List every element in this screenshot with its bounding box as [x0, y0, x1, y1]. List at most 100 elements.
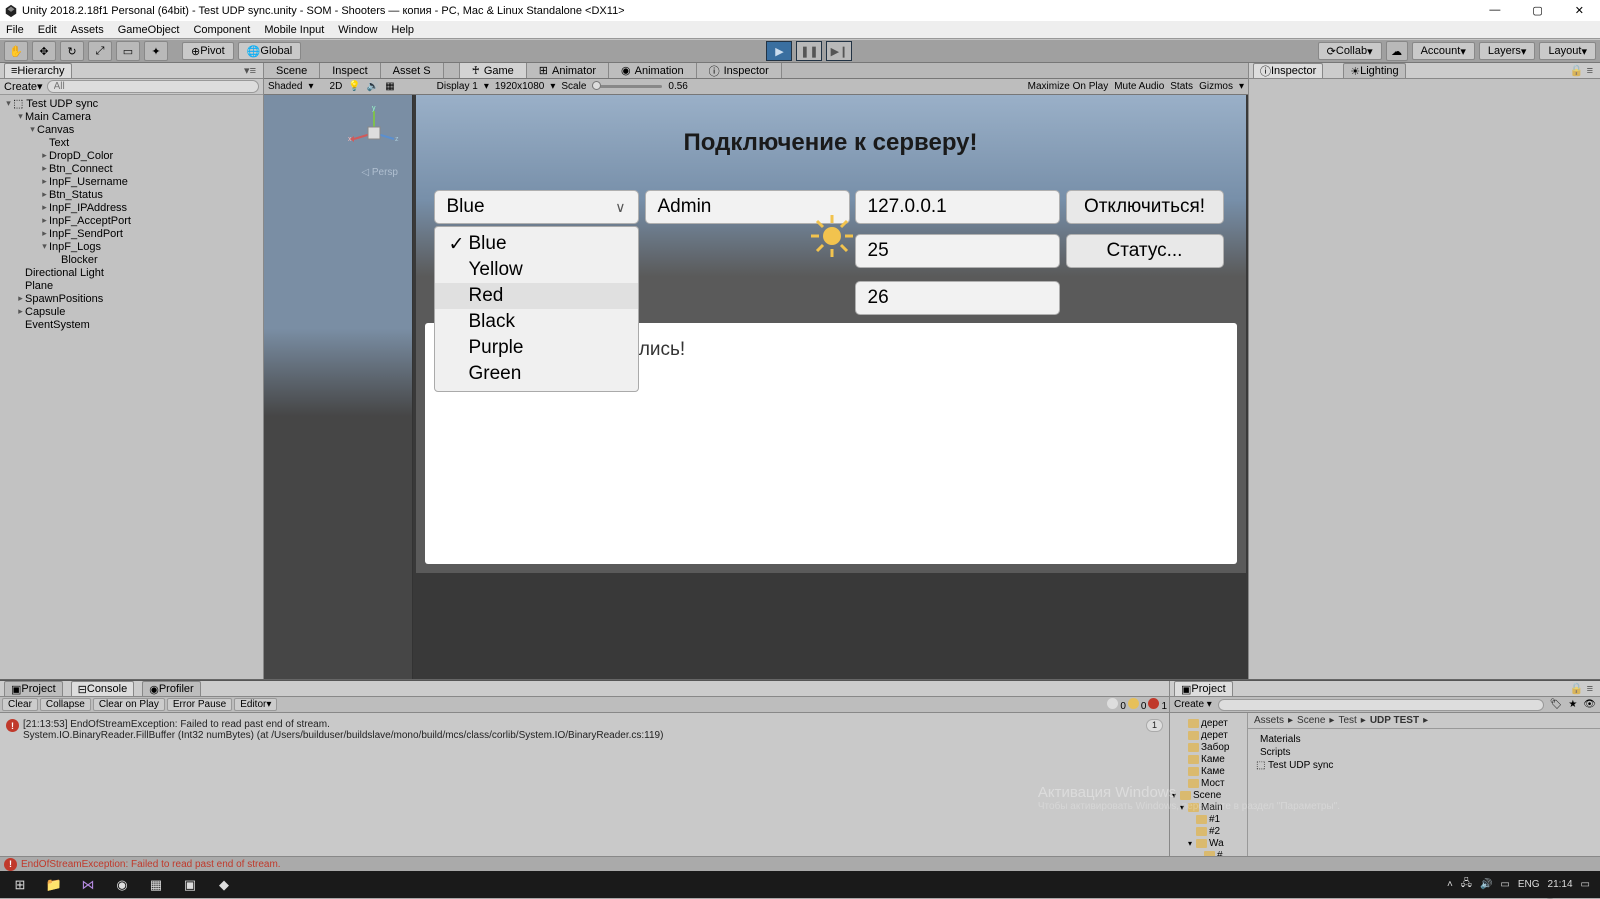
inspector-tab-center[interactable]: ⓘ Inspector	[697, 63, 782, 78]
project-tree-item[interactable]: ▾Scene	[1170, 789, 1247, 801]
tb-vs-icon[interactable]: ⋈	[72, 873, 104, 897]
layers-dropdown[interactable]: Layers ▾	[1479, 42, 1536, 60]
tb-app-icon[interactable]: ▦	[140, 873, 172, 897]
hierarchy-item[interactable]: ▾Canvas	[0, 123, 263, 136]
tool-move-icon[interactable]: ✥	[32, 41, 56, 61]
hierarchy-item[interactable]: ▸DropD_Color	[0, 149, 263, 162]
menu-help[interactable]: Help	[391, 24, 414, 36]
dropdown-option[interactable]: Green	[435, 361, 638, 387]
tray-net-icon[interactable]: 🖧	[1461, 876, 1472, 893]
scene-view[interactable]: yzx ◁ Persp	[264, 95, 413, 679]
project-star-icon[interactable]: ★	[1568, 699, 1577, 710]
hierarchy-item[interactable]: ▸SpawnPositions	[0, 292, 263, 305]
play-button[interactable]: ▶	[766, 41, 792, 61]
mute-audio[interactable]: Mute Audio	[1114, 81, 1164, 92]
game-display[interactable]: Display 1	[437, 81, 478, 92]
project-tree-item[interactable]: Каме	[1170, 753, 1247, 765]
cloud-icon[interactable]: ☁	[1386, 41, 1408, 61]
dropdown-option[interactable]: Purple	[435, 335, 638, 361]
project-tree-item[interactable]: дерет	[1170, 717, 1247, 729]
hierarchy-item[interactable]: Directional Light	[0, 266, 263, 279]
color-dropdown[interactable]: Blue ∨	[434, 190, 639, 224]
project-tree-item[interactable]: Каме	[1170, 765, 1247, 777]
console-info-count[interactable]: 0	[1107, 698, 1126, 712]
project-tree-item[interactable]: ▾Main	[1170, 801, 1247, 813]
tool-rotate-icon[interactable]: ↻	[60, 41, 84, 61]
project-tree-item[interactable]: Мост	[1170, 777, 1247, 789]
hierarchy-tree[interactable]: ▾⬚ Test UDP sync▾Main Camera▾CanvasText▸…	[0, 95, 263, 679]
console-tab[interactable]: ⊟ Console	[71, 681, 135, 696]
dropdown-option[interactable]: Red	[435, 283, 638, 309]
accept-port-input[interactable]: 25	[855, 234, 1060, 268]
tool-scale-icon[interactable]: ⤢	[88, 41, 112, 61]
console-warn-count[interactable]: 0	[1128, 698, 1147, 712]
close-button[interactable]: ✕	[1569, 4, 1590, 17]
pause-button[interactable]: ❚❚	[796, 41, 822, 61]
menu-component[interactable]: Component	[193, 24, 250, 36]
tray-up-icon[interactable]: ˄	[1447, 879, 1453, 890]
account-dropdown[interactable]: Account ▾	[1412, 42, 1475, 60]
game-res[interactable]: 1920x1080	[495, 81, 545, 92]
project-tab-lower[interactable]: ▣ Project	[4, 681, 63, 696]
profiler-tab[interactable]: ◉ Profiler	[142, 681, 200, 696]
project-tree-item[interactable]: #1	[1170, 813, 1247, 825]
hierarchy-search[interactable]	[47, 80, 259, 93]
menu-assets[interactable]: Assets	[71, 24, 104, 36]
lighting-tab[interactable]: ☀ Lighting	[1343, 63, 1405, 78]
tb-explorer-icon[interactable]: 📁	[38, 873, 70, 897]
hierarchy-item[interactable]: ▸InpF_Username	[0, 175, 263, 188]
hierarchy-item[interactable]: ▾Main Camera	[0, 110, 263, 123]
inspect-tab[interactable]: Inspect	[320, 63, 380, 78]
minimize-button[interactable]: —	[1483, 4, 1506, 17]
menu-mobileinput[interactable]: Mobile Input	[264, 24, 324, 36]
maximize-button[interactable]: ▢	[1526, 4, 1548, 17]
pane-menu-icon[interactable]: ▾≡	[241, 64, 259, 77]
scene-shaded[interactable]: Shaded	[268, 81, 302, 92]
status-button[interactable]: Статус...	[1066, 234, 1224, 268]
max-on-play[interactable]: Maximize On Play	[1028, 81, 1109, 92]
hierarchy-item[interactable]: ▸InpF_IPAddress	[0, 201, 263, 214]
scale-slider[interactable]	[592, 85, 662, 88]
hierarchy-item[interactable]: ▸Btn_Status	[0, 188, 263, 201]
hierarchy-item[interactable]: Blocker	[0, 253, 263, 266]
project-tree-item[interactable]: #2	[1170, 825, 1247, 837]
send-port-input[interactable]: 26	[855, 281, 1060, 315]
start-button[interactable]: ⊞	[4, 873, 36, 897]
menu-gameobject[interactable]: GameObject	[118, 24, 180, 36]
hierarchy-item[interactable]: ▸Btn_Connect	[0, 162, 263, 175]
project-file[interactable]: Materials	[1256, 733, 1592, 746]
tb-chrome-icon[interactable]: ◉	[106, 873, 138, 897]
hierarchy-item[interactable]: ▸InpF_SendPort	[0, 227, 263, 240]
connect-button[interactable]: Отключиться!	[1066, 190, 1224, 224]
tool-hand-icon[interactable]: ✋	[4, 41, 28, 61]
dropdown-option[interactable]: Black	[435, 309, 638, 335]
game-view[interactable]: Подключение к серверу! Blue ∨ BlueYellow…	[413, 95, 1248, 679]
console-errorpause[interactable]: Error Pause	[167, 698, 232, 711]
hierarchy-item[interactable]: ▸InpF_AcceptPort	[0, 214, 263, 227]
layout-dropdown[interactable]: Layout ▾	[1539, 42, 1596, 60]
hierarchy-item[interactable]: ▾InpF_Logs	[0, 240, 263, 253]
project-file[interactable]: Scripts	[1256, 746, 1592, 759]
gizmos-toggle[interactable]: Gizmos	[1199, 81, 1233, 92]
hierarchy-item[interactable]: Plane	[0, 279, 263, 292]
menu-file[interactable]: File	[6, 24, 24, 36]
status-bar[interactable]: ! EndOfStreamException: Failed to read p…	[0, 856, 1600, 871]
color-dropdown-list[interactable]: BlueYellowRedBlackPurpleGreen	[434, 226, 639, 392]
project-tab[interactable]: ▣ Project	[1174, 681, 1233, 696]
ip-input[interactable]: 127.0.0.1	[855, 190, 1060, 224]
tray-lang[interactable]: ENG	[1518, 879, 1540, 890]
project-filter-icon[interactable]: 🏷	[1550, 699, 1563, 710]
scene-tab[interactable]: Scene	[264, 63, 320, 78]
console-clear[interactable]: Clear	[2, 698, 38, 711]
tb-app2-icon[interactable]: ▣	[174, 873, 206, 897]
tray-vol-icon[interactable]: 🔊	[1480, 879, 1492, 890]
tool-rect-icon[interactable]: ▭	[116, 41, 140, 61]
project-search[interactable]	[1218, 699, 1544, 711]
tray-time[interactable]: 21:14	[1548, 879, 1573, 890]
stats-toggle[interactable]: Stats	[1170, 81, 1193, 92]
project-tree-item[interactable]: дерет	[1170, 729, 1247, 741]
hierarchy-item[interactable]: Text	[0, 136, 263, 149]
hierarchy-create[interactable]: Create ▾	[4, 80, 43, 93]
animator-tab[interactable]: ⊞ Animator	[527, 63, 609, 78]
dropdown-option[interactable]: Yellow	[435, 257, 638, 283]
